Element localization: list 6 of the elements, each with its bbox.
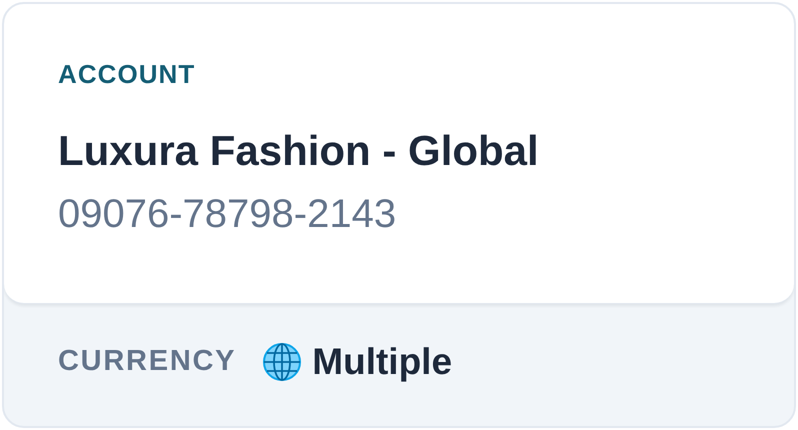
globe-icon xyxy=(262,342,302,382)
account-number: 09076-78798-2143 xyxy=(58,191,398,238)
currency-value: Multiple xyxy=(312,340,452,384)
account-name: Luxura Fashion - Global xyxy=(58,126,540,176)
currency-label: CURRENCY xyxy=(58,344,236,380)
account-label: ACCOUNT xyxy=(58,58,196,91)
